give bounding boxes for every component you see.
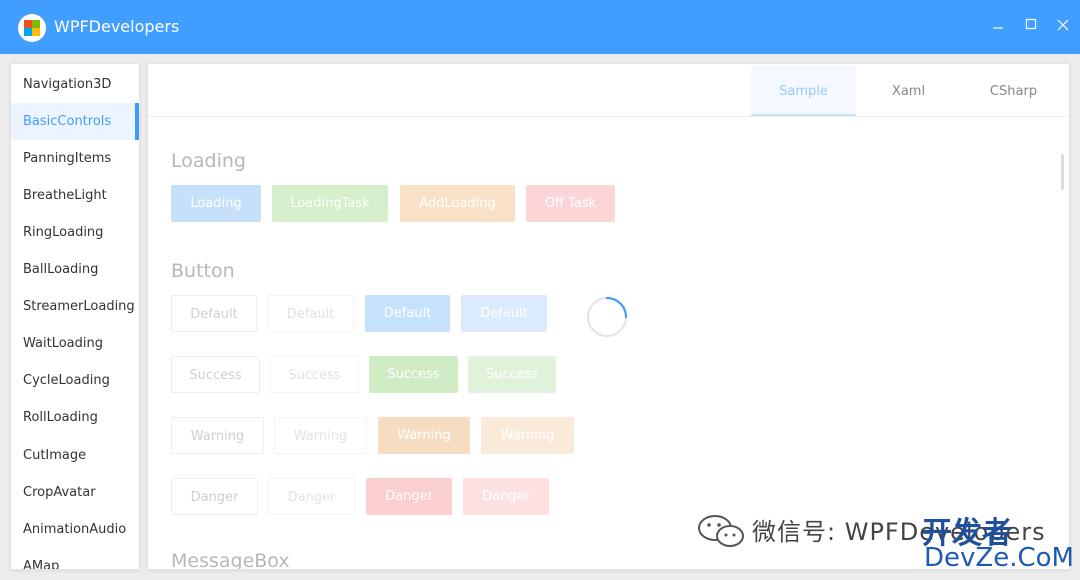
- maximize-icon[interactable]: [1020, 14, 1042, 36]
- section-title-messagebox: MessageBox: [171, 550, 290, 570]
- danger-button-disabled[interactable]: Danger: [268, 478, 355, 515]
- success-filled-button[interactable]: Success: [369, 356, 458, 393]
- warning-filled-button-disabled[interactable]: Warning: [481, 417, 574, 454]
- section-title-button: Button: [171, 260, 235, 282]
- sidebar-item-cropavatar[interactable]: CropAvatar: [11, 474, 139, 511]
- sidebar-item-cutimage[interactable]: CutImage: [11, 437, 139, 474]
- sidebar-item-navigation3d[interactable]: Navigation3D: [11, 66, 139, 103]
- title-bar: WPFDevelopers: [0, 0, 1080, 54]
- sidebar-item-ballloading[interactable]: BallLoading: [11, 251, 139, 288]
- sidebar-item-amap[interactable]: AMap: [11, 548, 139, 569]
- warning-button[interactable]: Warning: [171, 417, 264, 454]
- scrollbar-thumb[interactable]: [1061, 154, 1064, 190]
- sidebar-item-breathelight[interactable]: BreatheLight: [11, 177, 139, 214]
- sidebar-nav: Navigation3D BasicControls PanningItems …: [10, 63, 140, 570]
- sidebar-item-waitloading[interactable]: WaitLoading: [11, 325, 139, 362]
- loading-spinner-icon: [586, 296, 628, 337]
- add-loading-button[interactable]: AddLoading: [400, 185, 515, 222]
- watermark-devze: DevZe.CoM: [924, 543, 1074, 573]
- success-filled-button-disabled[interactable]: Success: [468, 356, 556, 393]
- danger-filled-button[interactable]: Danger: [366, 478, 452, 515]
- sample-content: Loading Loading LoadingTask AddLoading O…: [148, 118, 1069, 569]
- window-title: WPFDevelopers: [54, 17, 180, 36]
- default-button-disabled[interactable]: Default: [267, 295, 354, 332]
- warning-filled-button[interactable]: Warning: [378, 417, 470, 454]
- app-logo-icon: [18, 14, 46, 42]
- warning-button-disabled[interactable]: Warning: [274, 417, 367, 454]
- danger-filled-button-disabled[interactable]: Danger: [463, 478, 549, 515]
- minimize-icon[interactable]: [987, 14, 1009, 36]
- section-title-loading: Loading: [171, 150, 246, 172]
- danger-button[interactable]: Danger: [171, 478, 258, 515]
- loading-task-button[interactable]: LoadingTask: [272, 185, 388, 222]
- app-window: WPFDevelopers Navigation3D BasicControls…: [0, 0, 1080, 580]
- sidebar-item-cycleloading[interactable]: CycleLoading: [11, 362, 139, 399]
- sidebar-item-panningitems[interactable]: PanningItems: [11, 140, 139, 177]
- loading-button[interactable]: Loading: [171, 185, 261, 222]
- tab-sample[interactable]: Sample: [751, 66, 856, 116]
- tab-xaml[interactable]: Xaml: [856, 66, 961, 116]
- sidebar-item-streamerloading[interactable]: StreamerLoading: [11, 288, 139, 325]
- wechat-logo-icon: [697, 513, 747, 549]
- off-task-button[interactable]: Off Task: [526, 185, 615, 222]
- success-button[interactable]: Success: [171, 356, 260, 393]
- sidebar-item-rollloading[interactable]: RollLoading: [11, 399, 139, 436]
- close-icon[interactable]: [1052, 14, 1074, 36]
- sidebar-item-ringloading[interactable]: RingLoading: [11, 214, 139, 251]
- tab-bar: Sample Xaml CSharp: [148, 64, 1069, 117]
- sidebar-item-animationaudio[interactable]: AnimationAudio: [11, 511, 139, 548]
- default-primary-button-disabled[interactable]: Default: [461, 295, 547, 332]
- default-button[interactable]: Default: [171, 295, 257, 332]
- sidebar-item-basiccontrols[interactable]: BasicControls: [11, 103, 139, 140]
- success-button-disabled[interactable]: Success: [270, 356, 359, 393]
- tab-csharp[interactable]: CSharp: [961, 66, 1066, 116]
- default-primary-button[interactable]: Default: [365, 295, 450, 332]
- main-panel: Sample Xaml CSharp Loading Loading Loadi…: [147, 63, 1070, 570]
